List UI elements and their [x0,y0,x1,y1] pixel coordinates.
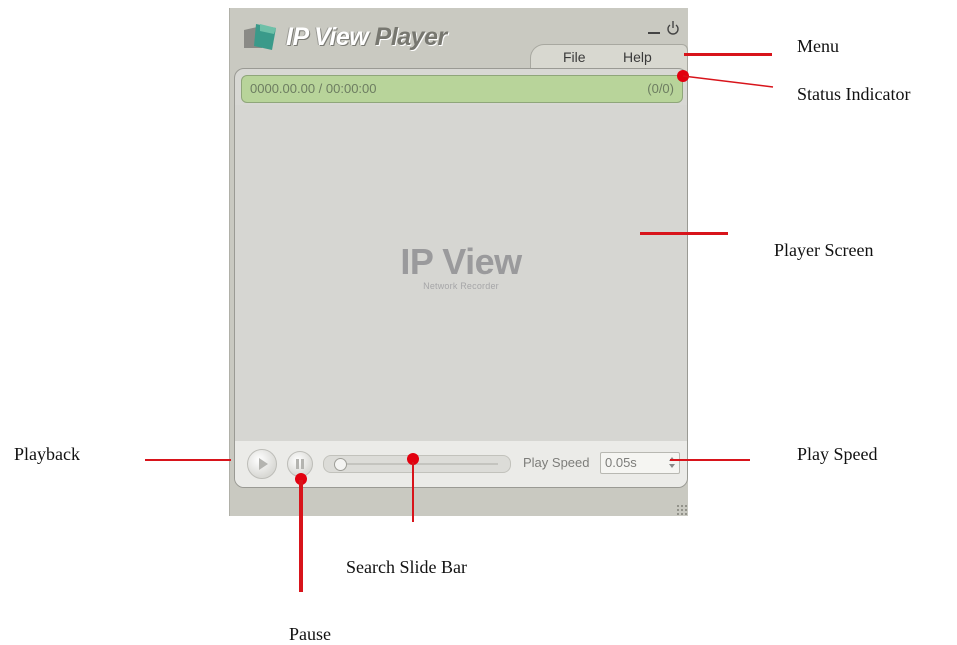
playspeed-callout-line [670,459,750,461]
menu-callout-label: Menu [797,36,839,52]
play-speed-input[interactable]: 0.05s [600,452,680,474]
screen-callout-line [640,232,728,235]
app-logo-icon [244,24,276,50]
status-time: 0000.00.00 / 00:00:00 [250,81,377,96]
playspeed-callout-label: Play Speed [797,444,878,464]
app-title: IP View Player [286,23,447,52]
resize-grip-icon[interactable] [676,504,688,516]
spin-down-icon[interactable] [669,464,675,468]
app-title-ipview: IP View [286,23,369,51]
status-callout-line [683,75,774,88]
title-bar: IP View Player File Help [230,8,688,73]
player-panel: 0000.00.00 / 00:00:00 (0/0) IP View Netw… [234,68,688,488]
slider-callout-line [412,462,414,522]
menu-callout-line [684,53,772,56]
status-count: (0/0) [647,81,674,96]
slider-callout-label: Search Slide Bar [346,557,467,577]
slider-line [344,463,498,465]
status-indicator: 0000.00.00 / 00:00:00 (0/0) [241,75,683,103]
play-speed-value: 0.05s [605,455,637,470]
play-icon [259,458,268,470]
minimize-icon[interactable] [648,32,660,34]
screen-callout-label: Player Screen [774,240,874,260]
menu-help[interactable]: Help [623,49,652,65]
playback-callout-label: Playback [14,444,80,464]
screen-logo-subtext: Network Recorder [423,281,499,291]
screen-logo: IP View [400,241,522,282]
app-title-player: Player [374,23,448,51]
player-screen[interactable]: IP View Network Recorder [235,105,687,441]
play-speed-label: Play Speed [523,455,590,470]
spinner-icon[interactable] [667,455,677,471]
menu-file[interactable]: File [563,49,586,65]
pause-callout-line [299,480,303,592]
power-icon[interactable] [666,20,680,36]
status-callout-label: Status Indicator [797,84,911,104]
slider-knob[interactable] [334,458,347,471]
playback-callout-line [145,459,231,461]
play-button[interactable] [247,449,277,479]
pause-callout-label: Pause [289,624,331,644]
player-window: IP View Player File Help 0000.00.00 / 00… [229,8,688,516]
